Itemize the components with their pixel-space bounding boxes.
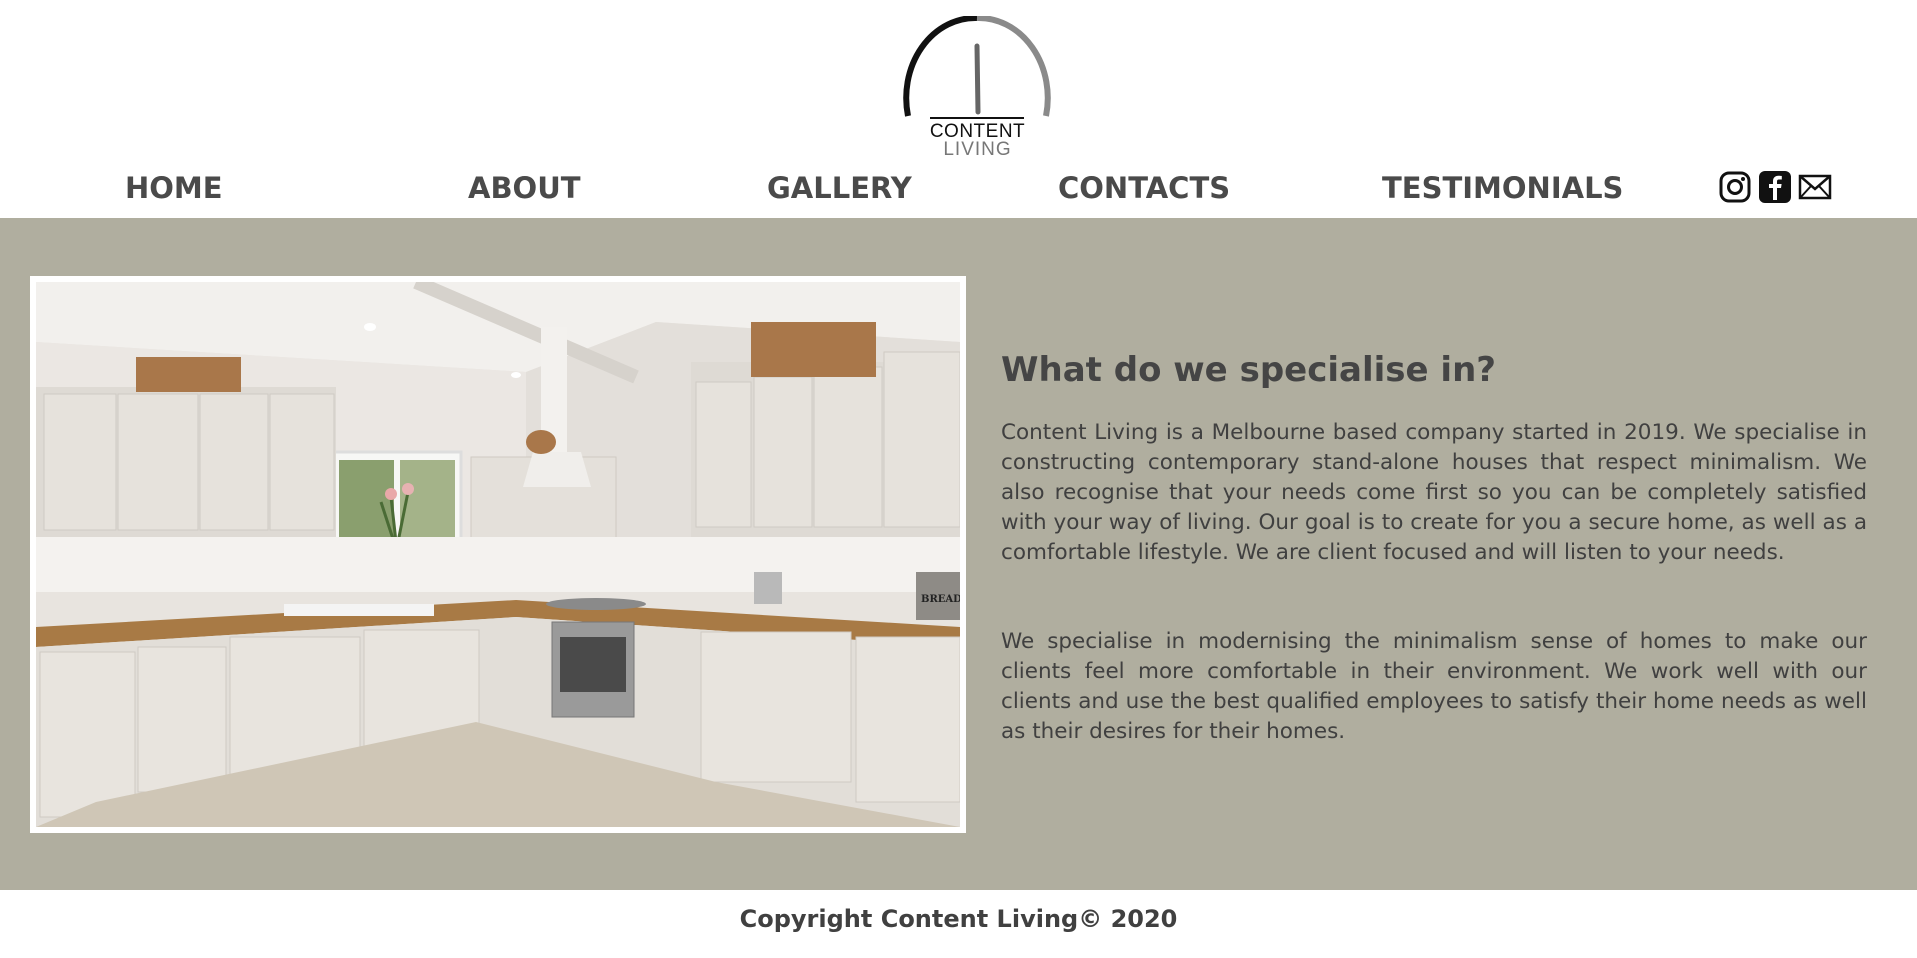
paragraph-intro: Content Living is a Melbourne based comp… <box>1001 420 1867 565</box>
paragraph-specialise: We specialise in modernising the minimal… <box>1001 629 1867 744</box>
logo[interactable]: CONTENT LIVING <box>900 16 1055 162</box>
nav-testimonials[interactable]: TESTIMONIALS <box>1382 168 1623 208</box>
footer-copyright: Copyright Content Living© 2020 <box>0 890 1917 958</box>
kitchen-photo: BREAD <box>36 282 960 827</box>
nav-about[interactable]: ABOUT <box>468 168 581 208</box>
kitchen-photo-frame: BREAD <box>30 276 966 833</box>
social-links <box>1718 169 1832 205</box>
mail-icon[interactable] <box>1798 170 1832 204</box>
section-heading: What do we specialise in? <box>1001 350 1496 390</box>
facebook-icon[interactable] <box>1758 170 1792 204</box>
main-section: BREAD What do we specialise in? Content … <box>0 218 1917 890</box>
nav-contacts[interactable]: CONTACTS <box>1058 168 1230 208</box>
site-header: CONTENT LIVING HOME ABOUT GALLERY CONTAC… <box>0 0 1917 218</box>
nav-gallery[interactable]: GALLERY <box>767 168 912 208</box>
nav-home[interactable]: HOME <box>125 168 223 208</box>
logo-text-living: LIVING <box>943 139 1012 160</box>
instagram-icon[interactable] <box>1718 170 1752 204</box>
bread-label: BREAD <box>921 594 960 605</box>
